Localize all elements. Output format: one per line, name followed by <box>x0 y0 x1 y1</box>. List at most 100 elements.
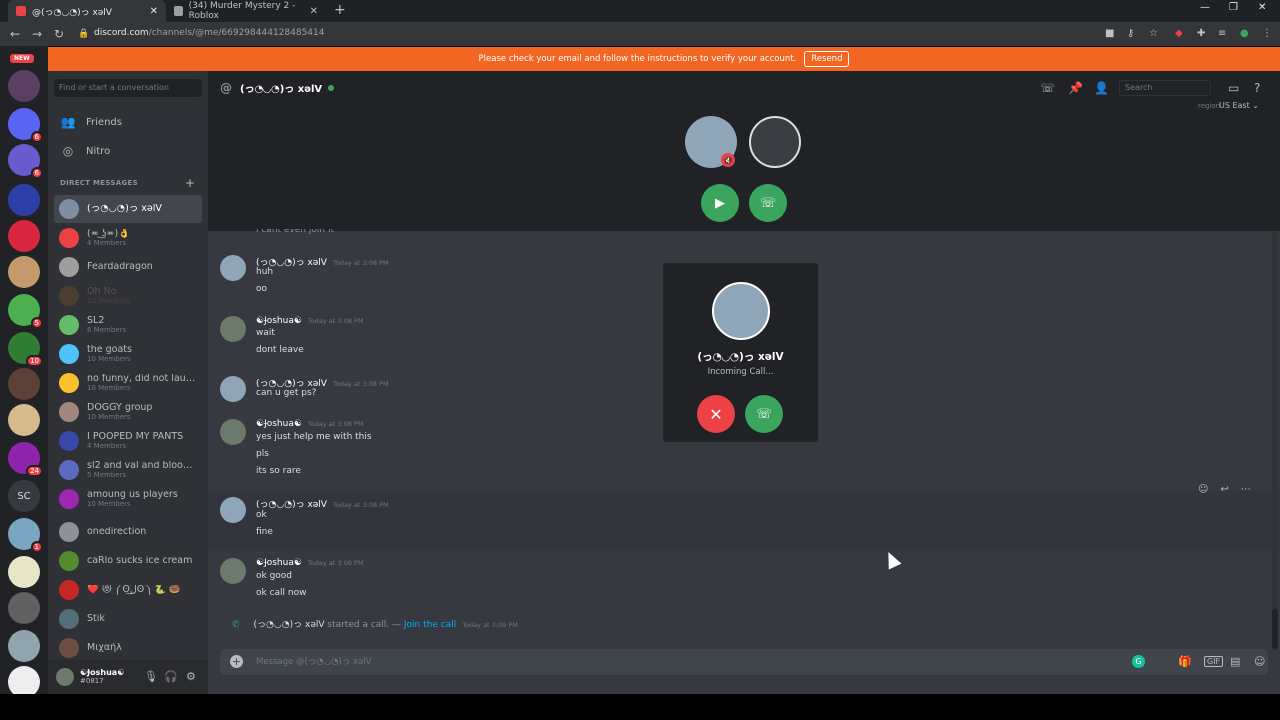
settings-gear-icon[interactable]: ⚙ <box>186 670 196 683</box>
server-icon[interactable] <box>8 556 40 588</box>
region-select[interactable]: US East ⌄ <box>1219 101 1259 110</box>
server-icon[interactable] <box>8 404 40 436</box>
sticker-icon[interactable]: ▤ <box>1230 655 1240 668</box>
avatar[interactable] <box>220 316 246 342</box>
call-participant-avatar[interactable] <box>749 116 801 168</box>
server-icon[interactable] <box>8 70 40 102</box>
inbox-icon[interactable]: ▭ <box>1228 81 1239 95</box>
profile-icon[interactable]: ● <box>1240 28 1249 39</box>
window-close-button[interactable]: ✕ <box>1258 2 1266 13</box>
avatar[interactable] <box>220 558 246 584</box>
caller-name[interactable]: (っ◔◡◔)っ xəlV <box>254 620 325 630</box>
dm-item[interactable]: DOGGY group 10 Members <box>54 398 202 426</box>
server-icon-sc[interactable]: SC <box>8 480 40 512</box>
dm-item[interactable]: Stik <box>54 605 202 633</box>
server-icon[interactable] <box>8 592 40 624</box>
decline-call-button[interactable]: ✕ <box>697 395 735 433</box>
nitro-nav-item[interactable]: ◎ Nitro <box>54 138 202 164</box>
server-icon[interactable] <box>8 184 40 216</box>
resend-button[interactable]: Resend <box>804 51 850 67</box>
add-friend-icon[interactable]: 👤 <box>1094 81 1109 95</box>
dm-item[interactable]: (っ◔◡◔)っ xəlV <box>54 195 202 223</box>
dm-item[interactable]: onedirection <box>54 518 202 546</box>
server-icon[interactable]: 24 <box>8 442 43 477</box>
key-icon[interactable]: ⚷ <box>1127 28 1134 39</box>
message-author[interactable]: (っ◔◡◔)っ xəlV Today at 3:08 PM <box>256 255 389 268</box>
window-maximize-button[interactable]: ❐ <box>1229 2 1238 13</box>
avatar[interactable] <box>220 376 246 402</box>
friends-nav-item[interactable]: 👥 Friends <box>54 109 202 135</box>
dm-item[interactable]: Feardadragon <box>54 253 202 281</box>
search-input[interactable]: Search <box>1119 80 1211 96</box>
dm-item[interactable]: amoung us players 10 Members <box>54 485 202 513</box>
tab-close-icon[interactable]: ✕ <box>310 6 318 17</box>
tab-close-icon[interactable]: ✕ <box>150 6 158 17</box>
call-status: Incoming Call... <box>707 367 774 377</box>
add-reaction-icon[interactable]: ☺ <box>1198 484 1208 495</box>
microphone-icon[interactable]: 🎙 <box>144 670 158 683</box>
dm-item[interactable]: the goats 10 Members <box>54 340 202 368</box>
message-scrollbar[interactable] <box>1272 231 1278 651</box>
accept-call-button[interactable]: ☏ <box>745 395 783 433</box>
server-icon[interactable]: 1 <box>8 518 43 553</box>
browser-tab-discord[interactable]: @(っ◔◡◔)っ xəlV ✕ <box>8 0 166 22</box>
avatar[interactable] <box>220 255 246 281</box>
back-icon[interactable]: ← <box>10 27 20 41</box>
server-icon[interactable] <box>8 630 40 662</box>
browser-tab-roblox[interactable]: (34) Murder Mystery 2 - Roblox ✕ <box>166 0 326 22</box>
scrollbar-thumb[interactable] <box>1272 609 1278 649</box>
upload-plus-icon[interactable]: + <box>230 655 243 668</box>
avatar[interactable] <box>220 497 246 523</box>
avatar[interactable] <box>220 419 246 445</box>
join-call-button[interactable]: ☏ <box>749 184 787 222</box>
puzzle-icon[interactable]: ✚ <box>1197 28 1205 39</box>
server-icon[interactable]: 10 <box>8 332 43 367</box>
new-tab-button[interactable]: + <box>334 2 346 18</box>
server-icon[interactable]: 5 <box>8 294 43 329</box>
avatar[interactable] <box>56 668 74 686</box>
reload-icon[interactable]: ↻ <box>54 27 64 41</box>
create-dm-icon[interactable]: + <box>185 176 195 190</box>
video-call-button[interactable]: ▶ <box>701 184 739 222</box>
find-conversation-input[interactable]: Find or start a conversation <box>54 79 202 97</box>
emoji-icon[interactable]: ☺ <box>1254 655 1265 668</box>
dm-item[interactable]: Oh No 10 Members <box>54 282 202 310</box>
dm-item[interactable]: I POOPED MY PANTS 4 Members <box>54 427 202 455</box>
dm-item[interactable]: ❤️ 😻 ༼ʘ̚ل͜ʘ̚༽ 🐍 🍩 <box>54 576 202 604</box>
dm-item[interactable]: sl2 and val and blood ... 5 Members <box>54 456 202 484</box>
star-icon[interactable]: ☆ <box>1149 28 1158 39</box>
server-icon[interactable] <box>8 368 40 400</box>
dm-item[interactable]: Μιχαήλ <box>54 634 202 662</box>
dm-item[interactable]: caRlo sucks ice cream <box>54 547 202 575</box>
server-icon[interactable]: 6 <box>8 108 43 143</box>
reply-icon[interactable]: ↩ <box>1220 484 1228 495</box>
start-voice-call-icon[interactable]: ☏ <box>1040 81 1055 95</box>
gift-icon[interactable]: 🎁 <box>1178 655 1192 668</box>
message-author[interactable]: ☯Ɉoshua☯ Today at 3:08 PM <box>256 419 364 429</box>
dm-item[interactable]: (≖ ͜ʖ≖)👌 4 Members <box>54 224 202 252</box>
server-icon[interactable]: 6 <box>8 144 43 179</box>
extension-icon[interactable]: ◆ <box>1175 28 1183 39</box>
forward-icon[interactable]: → <box>32 27 42 41</box>
help-icon[interactable]: ? <box>1254 81 1260 95</box>
gif-icon[interactable]: GIF <box>1204 656 1224 667</box>
message-input[interactable] <box>256 655 1116 669</box>
dm-item[interactable]: SL2 6 Members <box>54 311 202 339</box>
message-author[interactable]: (っ◔◡◔)っ xəlV Today at 3:08 PM <box>256 497 389 510</box>
headphones-icon[interactable]: 🎧 <box>164 670 178 683</box>
camera-icon[interactable]: ■ <box>1105 28 1114 39</box>
grammarly-icon[interactable]: G <box>1132 655 1145 668</box>
server-icon[interactable] <box>8 256 40 288</box>
menu-icon[interactable]: ⋮ <box>1262 28 1272 39</box>
message-author[interactable]: ☯Ɉoshua☯ Today at 3:08 PM <box>256 558 364 568</box>
url-field[interactable]: discord.com/channels/@me/669298444128485… <box>94 28 324 38</box>
server-icon[interactable] <box>8 220 40 252</box>
more-icon[interactable]: ⋯ <box>1241 484 1251 495</box>
window-minimize-button[interactable]: — <box>1200 2 1210 13</box>
join-call-link[interactable]: Join the call <box>404 620 456 630</box>
message-author[interactable]: ☯Ɉoshua☯ Today at 3:08 PM <box>256 316 364 326</box>
pinned-messages-icon[interactable]: 📌 <box>1068 81 1083 95</box>
dm-item[interactable]: no funny, did not laug... 10 Members <box>54 369 202 397</box>
message-timestamp: Today at 3:08 PM <box>332 501 389 509</box>
media-icon[interactable]: ≡ <box>1218 28 1226 39</box>
